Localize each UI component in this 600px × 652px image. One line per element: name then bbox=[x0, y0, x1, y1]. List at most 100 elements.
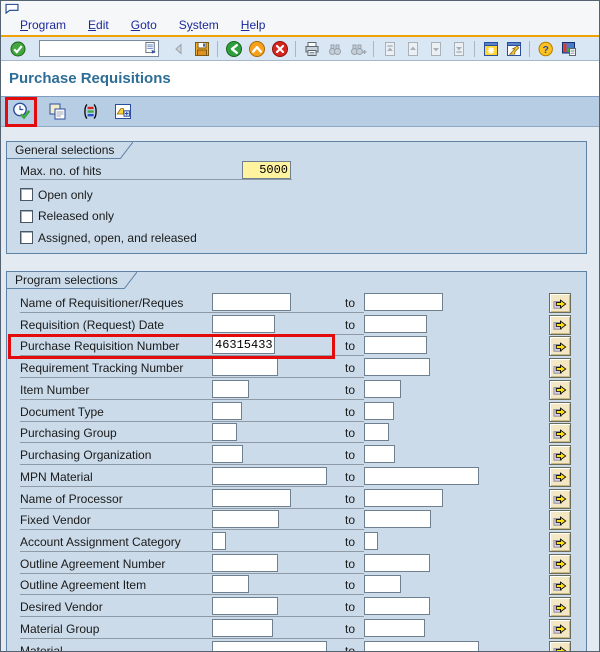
from-field[interactable] bbox=[212, 466, 327, 485]
multiple-selection-button[interactable] bbox=[549, 293, 571, 313]
checkbox-assigned-open-and-released[interactable] bbox=[20, 231, 33, 244]
row-underline bbox=[20, 355, 364, 357]
customize-icon[interactable] bbox=[557, 38, 580, 60]
multiple-selection-button[interactable] bbox=[549, 401, 571, 422]
program-selections-group: Program selections Name of Requisitioner… bbox=[6, 271, 587, 651]
from-field[interactable] bbox=[212, 640, 327, 651]
from-field[interactable] bbox=[212, 553, 278, 572]
to-field[interactable] bbox=[364, 510, 431, 529]
toolbar-separator bbox=[529, 40, 530, 57]
menu-item-goto[interactable]: Goto bbox=[120, 17, 168, 33]
multiple-selection-button[interactable] bbox=[549, 314, 571, 335]
find-icon[interactable] bbox=[323, 38, 346, 60]
to-field[interactable] bbox=[364, 293, 443, 311]
multiple-selection-button[interactable] bbox=[549, 532, 571, 553]
help-icon[interactable]: ? bbox=[534, 38, 557, 60]
multiple-selection-button[interactable] bbox=[549, 379, 571, 400]
from-field[interactable] bbox=[212, 445, 243, 464]
from-field[interactable] bbox=[212, 618, 273, 637]
multiple-selection-button[interactable] bbox=[549, 597, 571, 618]
to-field[interactable] bbox=[364, 423, 389, 442]
to-field[interactable] bbox=[364, 379, 401, 398]
first-page-icon[interactable] bbox=[378, 38, 401, 60]
command-history-icon[interactable] bbox=[167, 38, 190, 60]
menu-item-program[interactable]: Program bbox=[9, 17, 77, 33]
to-field[interactable] bbox=[364, 445, 395, 464]
find-next-icon[interactable] bbox=[346, 38, 369, 60]
to-field[interactable] bbox=[364, 553, 430, 572]
get-variant-icon[interactable] bbox=[44, 100, 70, 124]
to-field[interactable] bbox=[364, 401, 394, 420]
multiple-selection-button[interactable] bbox=[549, 553, 571, 574]
checkbox-row: Released only bbox=[20, 209, 114, 224]
to-field[interactable] bbox=[364, 618, 425, 637]
selection-row-label: Fixed Vendor bbox=[20, 513, 91, 528]
page-up-icon[interactable] bbox=[401, 38, 424, 60]
to-label: to bbox=[345, 426, 356, 441]
menu-item-edit[interactable]: Edit bbox=[77, 17, 120, 33]
command-input[interactable] bbox=[40, 42, 145, 55]
from-field[interactable] bbox=[212, 358, 278, 377]
to-label: to bbox=[345, 296, 356, 310]
to-field[interactable] bbox=[364, 488, 443, 507]
menu-item-system[interactable]: System bbox=[168, 17, 230, 33]
selection-row: Purchasing Organization to bbox=[7, 445, 586, 467]
from-field[interactable] bbox=[212, 379, 249, 398]
selection-options-icon[interactable] bbox=[77, 100, 103, 124]
multiple-selection-button[interactable] bbox=[549, 575, 571, 596]
multiple-selection-button[interactable] bbox=[549, 466, 571, 487]
last-page-icon[interactable] bbox=[447, 38, 470, 60]
from-field[interactable] bbox=[212, 532, 226, 551]
from-field[interactable] bbox=[212, 423, 237, 442]
multiple-selection-button[interactable] bbox=[549, 618, 571, 639]
to-field[interactable] bbox=[364, 358, 430, 377]
back-icon[interactable] bbox=[222, 38, 245, 60]
multiple-selection-button[interactable] bbox=[549, 445, 571, 466]
from-field[interactable] bbox=[212, 575, 249, 594]
print-icon[interactable] bbox=[300, 38, 323, 60]
exit-icon[interactable] bbox=[245, 38, 268, 60]
tray-diagonal bbox=[120, 142, 134, 159]
to-field[interactable] bbox=[364, 466, 479, 485]
row-underline bbox=[20, 507, 364, 509]
enter-icon[interactable] bbox=[6, 38, 29, 60]
command-list-icon[interactable] bbox=[145, 41, 158, 57]
selection-row-label: Document Type bbox=[20, 404, 104, 419]
checkbox-open-only[interactable] bbox=[20, 188, 33, 201]
from-field[interactable] bbox=[212, 293, 291, 311]
from-field[interactable] bbox=[212, 336, 275, 355]
to-field[interactable] bbox=[364, 336, 427, 355]
save-icon[interactable] bbox=[190, 38, 213, 60]
multiple-selection-button[interactable] bbox=[549, 358, 571, 379]
row-underline bbox=[20, 333, 364, 335]
multiple-selection-button[interactable] bbox=[549, 423, 571, 444]
selection-row-label: Item Number bbox=[20, 382, 90, 397]
dynamic-selections-icon[interactable] bbox=[110, 100, 136, 124]
selection-row-label: Requirement Tracking Number bbox=[20, 361, 184, 376]
multiple-selection-button[interactable] bbox=[549, 336, 571, 357]
multiple-selection-button[interactable] bbox=[549, 640, 571, 651]
cancel-icon[interactable] bbox=[268, 38, 291, 60]
max-hits-field[interactable] bbox=[242, 161, 291, 179]
new-session-icon[interactable] bbox=[479, 38, 502, 60]
page-down-icon[interactable] bbox=[424, 38, 447, 60]
menu-item-help[interactable]: Help bbox=[230, 17, 277, 33]
to-label: to bbox=[345, 491, 356, 506]
from-field[interactable] bbox=[212, 314, 275, 333]
to-label: to bbox=[345, 382, 356, 397]
multiple-selection-button[interactable] bbox=[549, 510, 571, 531]
from-field[interactable] bbox=[212, 597, 278, 616]
multiple-selection-button[interactable] bbox=[549, 488, 571, 509]
to-field[interactable] bbox=[364, 597, 430, 616]
execute-icon[interactable] bbox=[8, 100, 34, 124]
from-field[interactable] bbox=[212, 401, 242, 420]
to-field[interactable] bbox=[364, 532, 378, 551]
shortcut-icon[interactable] bbox=[502, 38, 525, 60]
to-field[interactable] bbox=[364, 640, 479, 651]
from-field[interactable] bbox=[212, 488, 291, 507]
to-field[interactable] bbox=[364, 314, 427, 333]
to-field[interactable] bbox=[364, 575, 401, 594]
selection-row-label: Desired Vendor bbox=[20, 600, 103, 615]
from-field[interactable] bbox=[212, 510, 279, 529]
checkbox-released-only[interactable] bbox=[20, 209, 33, 223]
